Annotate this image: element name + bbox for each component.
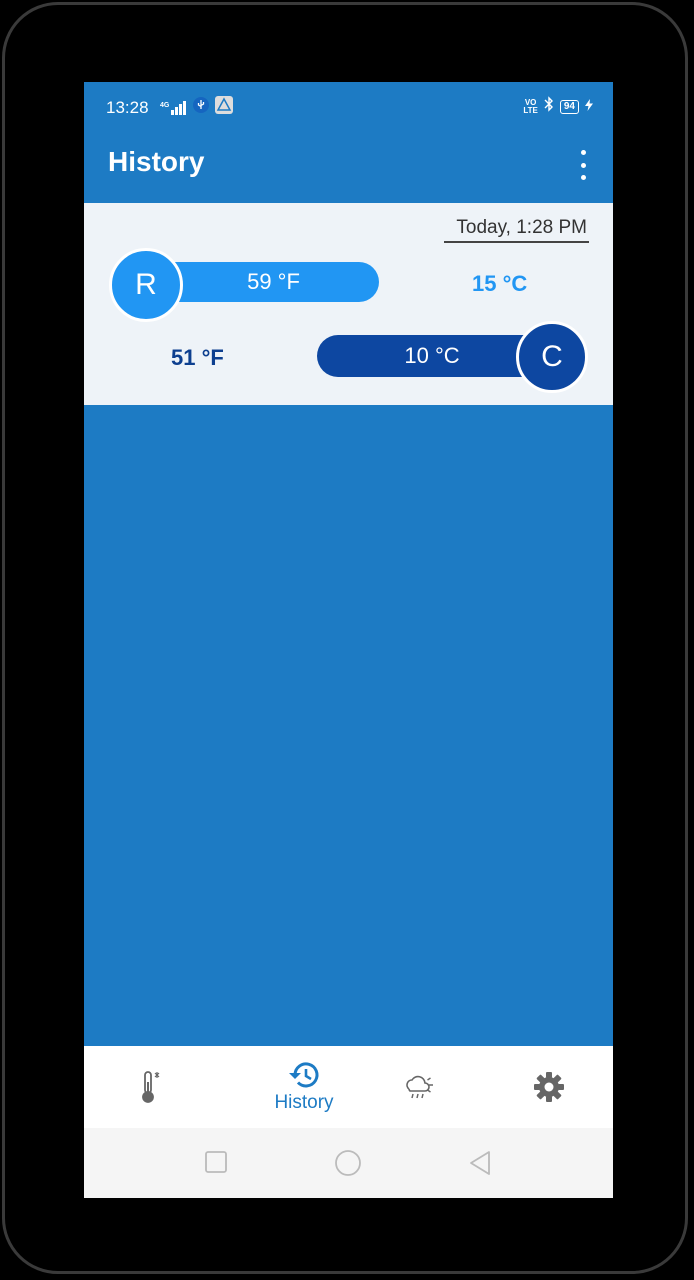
app-bar: History xyxy=(84,134,613,202)
history-icon xyxy=(289,1062,319,1088)
back-icon[interactable] xyxy=(468,1150,492,1176)
nav-item-settings[interactable] xyxy=(514,1046,584,1128)
weather-icon xyxy=(406,1075,433,1099)
bluetooth-icon xyxy=(544,96,554,117)
nav-label-history: History xyxy=(274,1092,334,1113)
thermometer-icon xyxy=(142,1071,160,1103)
nav-item-weather[interactable] xyxy=(384,1046,454,1128)
nav-item-converter[interactable] xyxy=(114,1046,184,1128)
system-navigation-bar xyxy=(84,1128,613,1198)
home-icon[interactable] xyxy=(334,1149,362,1177)
charging-icon xyxy=(585,98,593,116)
volte-icon: VO LTE xyxy=(523,97,538,115)
status-left-icons: 4G xyxy=(160,96,234,119)
overflow-menu-icon[interactable] xyxy=(575,150,591,180)
recent-apps-icon[interactable] xyxy=(204,1150,228,1174)
r-scale-badge: R xyxy=(109,248,183,322)
nav-item-history[interactable]: History xyxy=(244,1046,364,1128)
gear-icon xyxy=(534,1072,564,1102)
usb-icon xyxy=(193,97,210,118)
network-type: 4G xyxy=(160,101,170,109)
notification-icon xyxy=(215,96,234,119)
c-scale-badge: C xyxy=(516,321,588,393)
battery-level: 94 xyxy=(559,99,579,114)
c-converted-value: 51 °F xyxy=(171,345,224,370)
signal-icon: 4G xyxy=(160,100,187,115)
history-entry-card[interactable]: Today, 1:28 PM 59 °F R 15 °C 51 °F 10 °C… xyxy=(84,203,613,405)
c-value: 10 °C xyxy=(404,343,460,368)
status-bar: 13:28 4G VO LTE 94 xyxy=(84,82,613,134)
screen: 13:28 4G VO LTE 94 History Today, 1:28 P… xyxy=(84,82,613,1198)
status-time: 13:28 xyxy=(106,98,149,117)
r-converted-value: 15 °C xyxy=(472,271,528,296)
page-title: History xyxy=(108,146,205,177)
r-value: 59 °F xyxy=(247,269,300,294)
entry-timestamp: Today, 1:28 PM xyxy=(444,217,589,243)
bottom-navigation: History xyxy=(84,1046,613,1128)
status-right-icons: VO LTE 94 xyxy=(523,96,593,117)
